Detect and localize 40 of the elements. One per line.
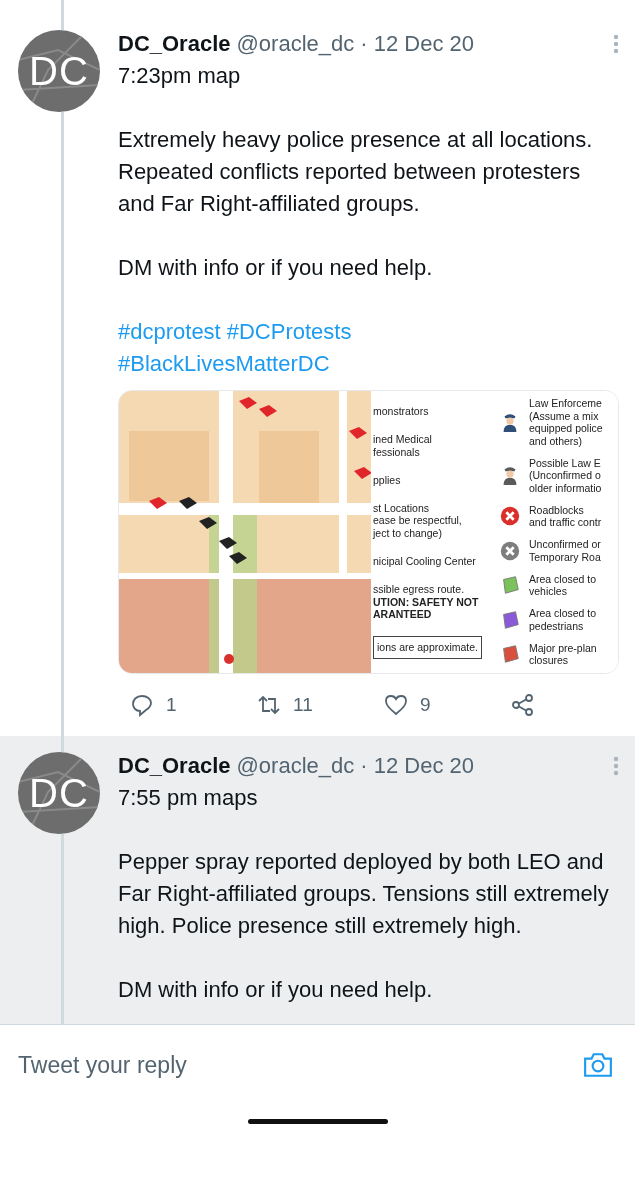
legend-label: Law Enforceme (Assume a mix equipped police and others)	[529, 397, 603, 447]
avatar[interactable]: DC	[18, 752, 100, 834]
legend-label: ssible egress route. UTION: SAFETY NOT ARANTEED	[373, 583, 480, 621]
author-handle: @oracle_dc	[236, 30, 355, 58]
author-name[interactable]: DC_Oracle	[118, 28, 231, 60]
hashtag-link[interactable]: #BlackLivesMatterDC	[118, 348, 330, 380]
tweet-text: Extremely heavy police presence at all locations. Repeated conflicts reported between protesters and Far Right-affiliated groups.	[118, 126, 594, 218]
legend-label: Major pre-plan closures	[529, 641, 597, 667]
tweet-date: · 12 Dec 20	[360, 752, 474, 780]
tweet-text: DM with info or if you need help.	[118, 976, 434, 1004]
camera-icon[interactable]	[583, 1052, 613, 1078]
legend-note: ions are approximate.	[373, 636, 482, 659]
tweet-subtitle: 7:23pm map	[118, 62, 242, 90]
legend-label: Roadblocks and traffic contr	[529, 503, 602, 529]
legend-label: pplies	[373, 473, 402, 487]
tweet-text: DM with info or if you need help.	[118, 254, 434, 282]
legend-label: Unconfirmed or Temporary Roa	[529, 538, 601, 564]
hashtag-link[interactable]: #dcprotest	[118, 316, 221, 348]
author-handle: @oracle_dc	[236, 752, 355, 780]
legend-label: Area closed to pedestrians	[529, 607, 597, 633]
legend-label: ined Medical fessionals	[373, 433, 433, 459]
author-name[interactable]: DC_Oracle	[118, 750, 231, 782]
action-count: 1	[166, 694, 177, 716]
action-count: 9	[420, 694, 431, 716]
hashtag-link[interactable]: #DCProtests	[226, 316, 352, 348]
legend-label: monstrators	[373, 405, 430, 418]
share-icon[interactable]	[511, 693, 535, 717]
tweet-subtitle: 7:55 pm maps	[118, 784, 259, 812]
heart-icon[interactable]	[384, 693, 408, 717]
reply-field[interactable]: Tweet your reply	[18, 1051, 583, 1079]
action-count: 11	[293, 694, 313, 716]
avatar[interactable]: DC	[18, 30, 100, 112]
tweet-text: Pepper spray reported deployed by both LEO and Far Right-affiliated groups. Tensions still extremely high. Police presence still extremely high.	[118, 848, 610, 940]
legend-label: st Locations ease be respectful, ject to change)	[373, 501, 463, 540]
reply-icon[interactable]	[130, 693, 154, 717]
legend-label: Possible Law E (Unconfirmed o older informatio	[529, 456, 602, 495]
legend-label: Area closed to vehicles	[529, 572, 597, 598]
retweet-icon[interactable]	[257, 693, 281, 717]
tweet-date: · 12 Dec 20	[360, 30, 474, 58]
legend-label: nicipal Cooling Center	[373, 555, 477, 568]
